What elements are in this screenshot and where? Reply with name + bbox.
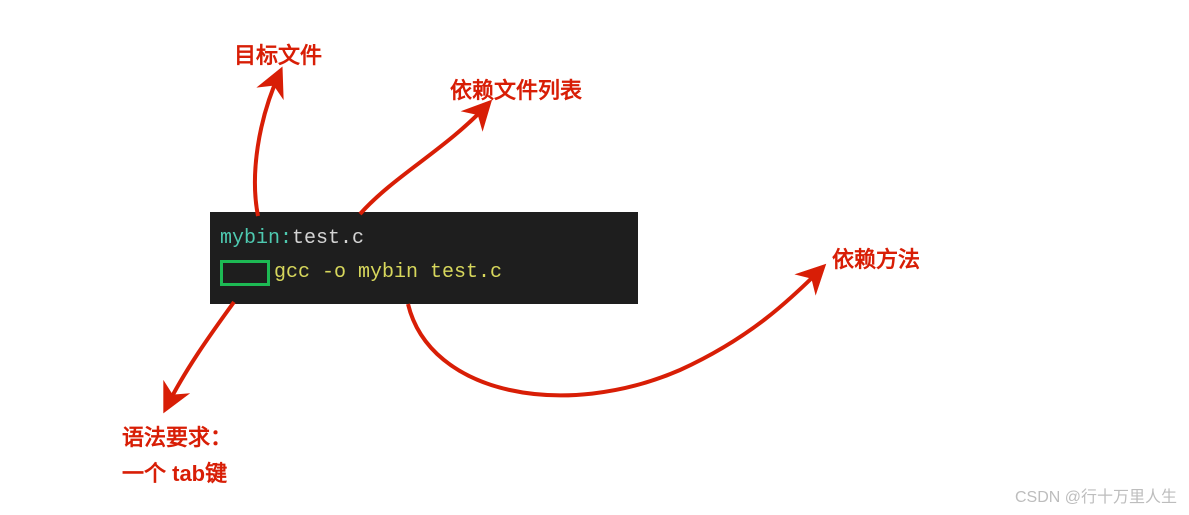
label-dep-list: 依赖文件列表 xyxy=(450,73,582,105)
label-syntax-line1: 语法要求： xyxy=(122,420,232,452)
watermark: CSDN @行十万里人生 xyxy=(1015,483,1177,507)
code-block: mybin:test.c gcc -o mybin test.c xyxy=(210,212,638,304)
code-target: mybin xyxy=(220,227,280,250)
code-line-rule: mybin:test.c xyxy=(220,224,628,254)
label-dep-method: 依赖方法 xyxy=(832,242,920,274)
code-separator: : xyxy=(280,227,292,250)
code-command: gcc -o mybin test.c xyxy=(274,258,502,288)
arrow-dep-list xyxy=(360,104,488,214)
label-syntax-line2: 一个 tab键 xyxy=(122,456,227,488)
code-line-command: gcc -o mybin test.c xyxy=(220,258,628,288)
arrow-target-file xyxy=(255,72,280,216)
tab-indicator-box xyxy=(220,260,270,286)
code-dependencies: test.c xyxy=(292,227,364,250)
arrow-syntax xyxy=(166,302,234,408)
label-target-file: 目标文件 xyxy=(234,38,322,70)
